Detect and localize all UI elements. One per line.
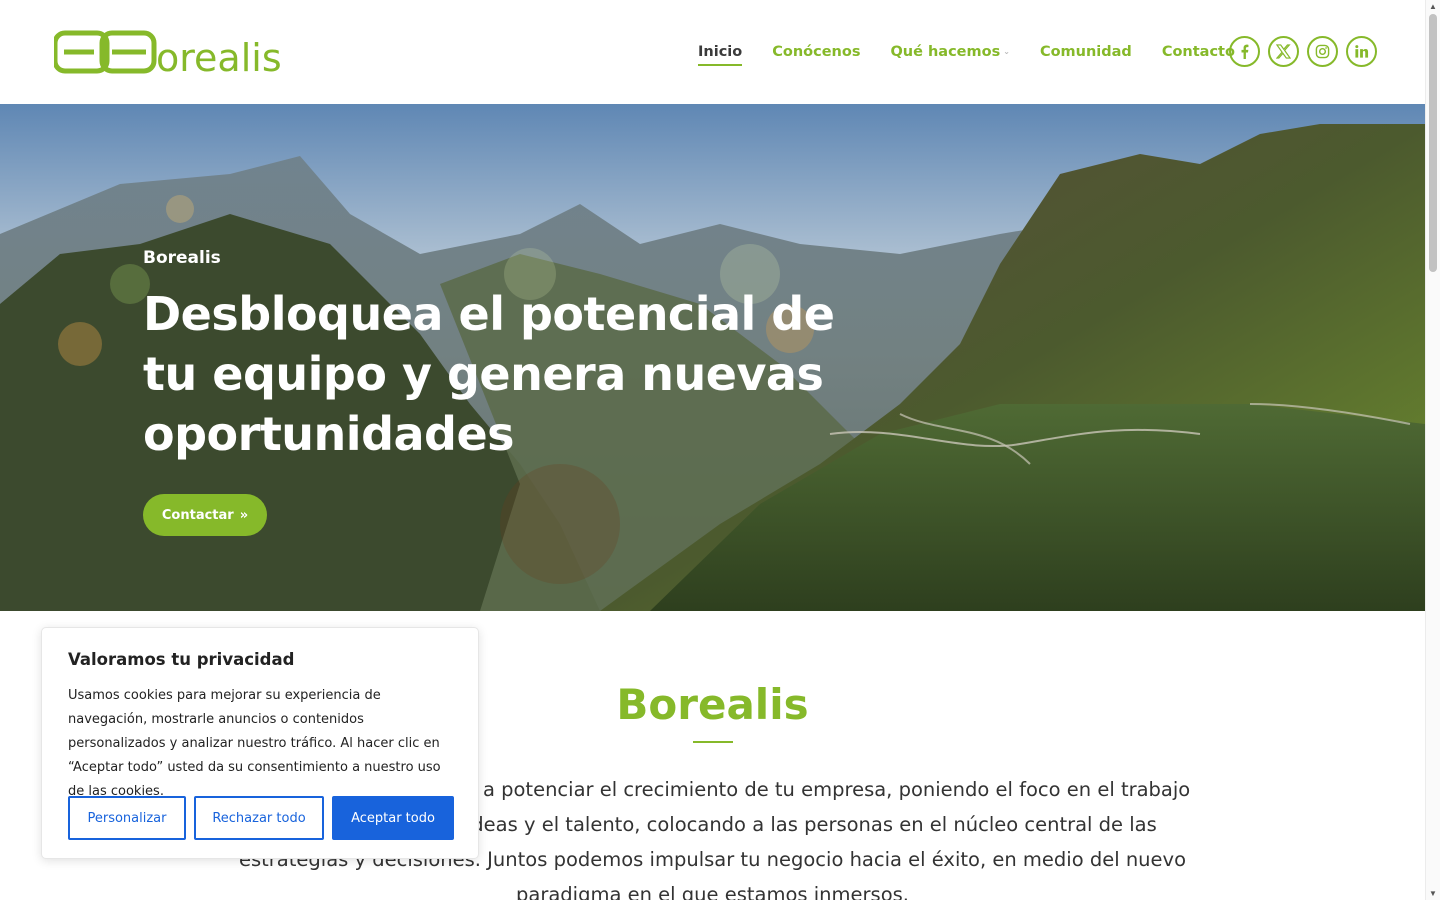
instagram-icon[interactable] xyxy=(1307,36,1338,67)
hero-section: Borealis Desbloquea el potencial de tu e… xyxy=(0,104,1425,611)
nav-item-conocenos[interactable]: Conócenos xyxy=(772,40,860,66)
nav-item-inicio[interactable]: Inicio xyxy=(698,40,743,66)
nav-item-label: Qué hacemos xyxy=(890,44,1001,60)
facebook-icon[interactable] xyxy=(1229,36,1260,67)
scrollbar[interactable]: ▲ ▼ xyxy=(1425,0,1440,900)
x-icon[interactable] xyxy=(1268,36,1299,67)
intro-divider xyxy=(693,741,733,743)
nav-item-que-hacemos[interactable]: Qué hacemos ⌄ xyxy=(890,40,1009,66)
cookie-banner: Valoramos tu privacidad Usamos cookies p… xyxy=(41,627,479,859)
chevron-down-icon: ⌄ xyxy=(1003,47,1010,56)
social-links xyxy=(1229,36,1377,67)
double-chevron-right-icon: » xyxy=(239,507,249,523)
customize-button[interactable]: Personalizar xyxy=(68,796,186,840)
accept-all-button[interactable]: Aceptar todo xyxy=(332,796,454,840)
cookie-title: Valoramos tu privacidad xyxy=(68,650,295,669)
reject-all-button[interactable]: Rechazar todo xyxy=(194,796,324,840)
scrollbar-thumb[interactable] xyxy=(1429,14,1437,272)
site-header: orealis Inicio Conócenos Qué hacemos ⌄ Co… xyxy=(0,0,1425,104)
nav-item-contacto[interactable]: Contacto xyxy=(1162,40,1235,66)
hero-title: Desbloquea el potencial de tu equipo y g… xyxy=(143,287,835,461)
borealis-logo[interactable]: orealis xyxy=(54,30,299,76)
scroll-down-icon[interactable]: ▼ xyxy=(1429,889,1437,898)
nav-item-comunidad[interactable]: Comunidad xyxy=(1040,40,1132,66)
svg-text:orealis: orealis xyxy=(156,36,282,76)
hero-kicker: Borealis xyxy=(143,248,221,268)
contactar-button-label: Contactar xyxy=(161,507,234,523)
linkedin-icon[interactable] xyxy=(1346,36,1377,67)
main-nav: Inicio Conócenos Qué hacemos ⌄ Comunidad … xyxy=(698,40,1235,66)
contactar-button[interactable]: Contactar » xyxy=(143,494,267,536)
scroll-up-icon[interactable]: ▲ xyxy=(1429,2,1437,11)
cookie-text: Usamos cookies para mejorar su experienc… xyxy=(68,688,441,799)
